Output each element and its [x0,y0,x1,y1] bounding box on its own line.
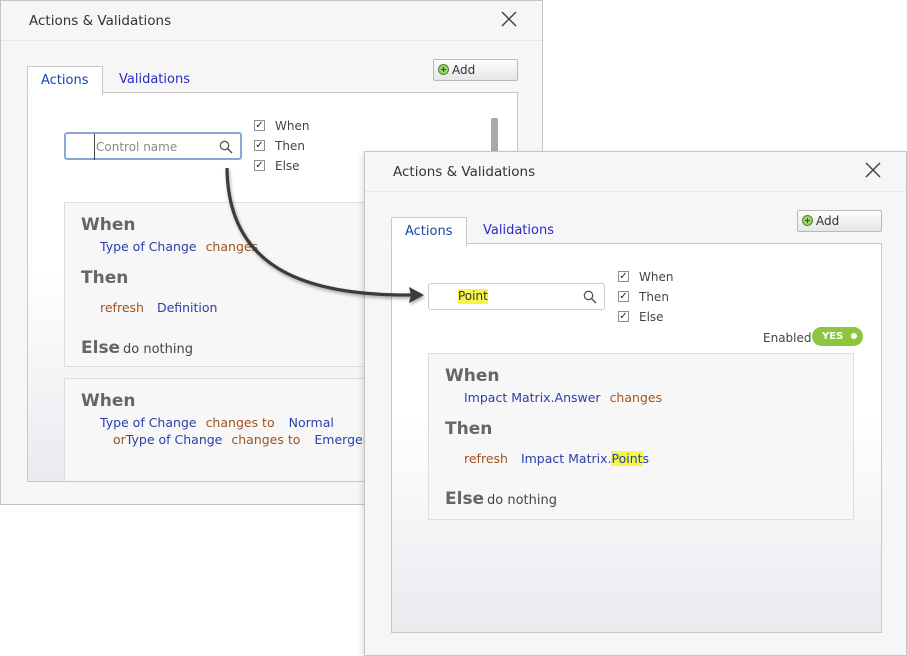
conjunction: or [113,432,126,447]
checkbox-else[interactable]: ✓ [618,311,629,322]
checkbox-when[interactable]: ✓ [254,120,265,131]
checkbox-else[interactable]: ✓ [254,160,265,171]
control-name[interactable]: Impact Matrix.Answer [464,390,601,405]
title-divider [365,191,906,192]
target-prefix: Impact Matrix. [520,451,612,466]
control-name[interactable]: Type of Change [100,239,197,254]
close-icon[interactable] [500,10,518,28]
action-name: refresh [464,451,508,466]
search-value: Point [458,289,488,304]
checkbox-when[interactable]: ✓ [618,271,629,282]
add-button[interactable]: Add [433,59,518,81]
operator: changes to [205,415,275,430]
rule-card[interactable]: When Impact Matrix.Answer changes Then r… [428,353,854,520]
checkbox-then[interactable]: ✓ [254,140,265,151]
operator: changes [609,390,663,405]
search-input[interactable]: Point [428,283,605,310]
toggle-label: YES [822,331,844,342]
then-action: refresh Definition [100,300,217,315]
filter-else-label: Else [639,310,664,324]
search-icon[interactable] [219,140,233,154]
when-condition-or: orType of Change changes to Emergency [113,432,385,447]
control-name[interactable]: Type of Change [126,432,223,447]
search-match-highlight: Point [611,451,643,466]
target-suffix: s [642,451,650,466]
when-condition: Type of Change changes [100,239,258,254]
when-keyword: When [81,215,136,235]
when-keyword: When [81,391,136,411]
title-divider [1,40,542,41]
operator: changes to [231,432,301,447]
control-name[interactable]: Type of Change [100,415,197,430]
search-placeholder: Control name [94,134,177,160]
else-keyword: Else [445,489,485,509]
enabled-toggle[interactable]: YES [812,327,863,346]
enabled-label: Enabled [763,331,812,345]
filter-when-label: When [275,119,310,133]
search-icon[interactable] [583,290,597,304]
then-keyword: Then [445,419,493,439]
tab-actions[interactable]: Actions [27,66,103,96]
actions-panel: Point ✓ When ✓ Then ✓ Else Enabled When … [391,243,882,633]
filter-when-label: When [639,270,674,284]
else-text: do nothing [487,493,557,508]
tab-actions[interactable]: Actions [391,217,467,247]
when-condition: Impact Matrix.Answer changes [464,390,662,405]
when-condition: Type of Change changes to Normal [100,415,334,430]
filter-then-label: Then [639,290,669,304]
action-name: refresh [100,300,144,315]
add-button-label: Add [452,63,476,77]
value: Normal [288,415,334,430]
plus-circle-icon [438,64,449,75]
filter-else-label: Else [275,159,300,173]
close-icon[interactable] [864,161,882,179]
toggle-knob [851,333,857,339]
else-text: do nothing [123,342,193,357]
then-action: refresh Impact Matrix.Points [464,451,649,466]
checkbox-then[interactable]: ✓ [618,291,629,302]
target-control[interactable]: Impact Matrix.Points [521,451,649,466]
add-button[interactable]: Add [797,210,882,232]
add-button-label: Add [816,214,840,228]
dialog-title: Actions & Validations [393,164,536,180]
then-keyword: Then [81,268,129,288]
operator: changes [205,239,259,254]
dialog-title: Actions & Validations [29,13,172,29]
plus-circle-icon [802,215,813,226]
filter-then-label: Then [275,139,305,153]
dialog-front: Actions & Validations Actions Validation… [364,151,907,656]
when-keyword: When [445,366,500,386]
target-control[interactable]: Definition [157,300,218,315]
search-input[interactable]: Control name [64,132,242,160]
else-keyword: Else [81,338,121,358]
